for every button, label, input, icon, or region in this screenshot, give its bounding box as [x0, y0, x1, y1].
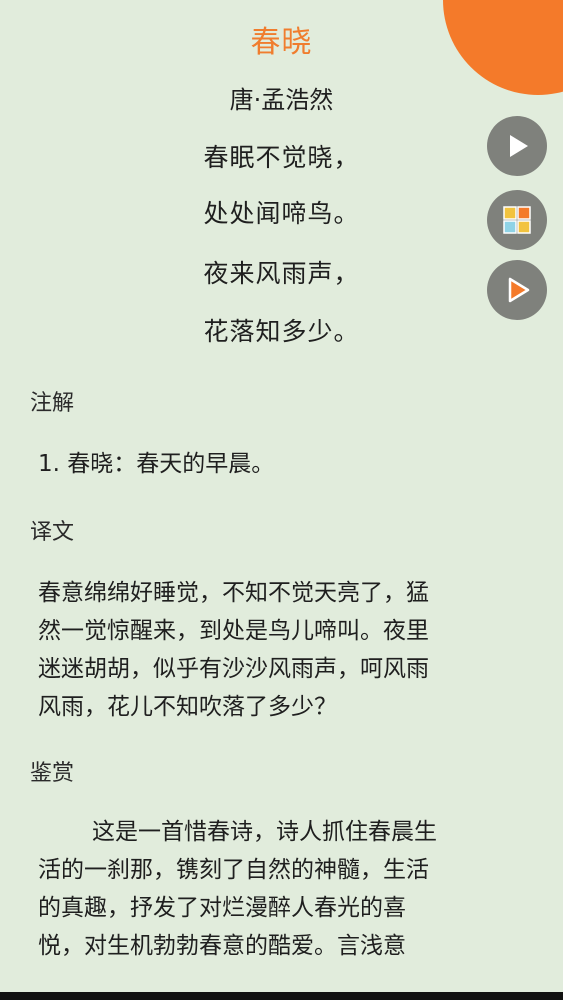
translation-line-4: 风雨，花儿不知吹落了多少？ — [38, 694, 337, 720]
play-orange-icon — [508, 277, 530, 303]
poem-author: 唐·孟浩然 — [229, 86, 334, 114]
poem-line-3: 夜来风雨声， — [203, 259, 360, 288]
play-button[interactable] — [487, 116, 547, 176]
translation-heading: 译文 — [30, 520, 75, 545]
grid-button[interactable] — [487, 190, 547, 250]
translation-line-1: 春意绵绵好睡觉，不知不觉天亮了，猛 — [38, 580, 429, 606]
poem-screen: X 春晓 唐·孟浩然 春眠不觉晓， 处处闻啼鸟。 夜来风雨声， 花落知多少。 注… — [0, 0, 563, 1000]
poem-line-2: 处处闻啼鸟。 — [203, 199, 360, 228]
appreciation-heading: 鉴赏 — [30, 761, 75, 786]
poem-line-1: 春眠不觉晓， — [203, 143, 360, 172]
appreciation-line-2: 活的一刹那，镌刻了自然的神髓，生活 — [38, 857, 429, 883]
play-alt-button[interactable] — [487, 260, 547, 320]
poem-title: 春晓 — [250, 25, 313, 60]
play-icon — [510, 135, 528, 157]
appreciation-line-4: 悦，对生机勃勃春意的酷爱。言浅意 — [38, 933, 406, 959]
bottom-edge — [0, 992, 563, 1000]
translation-line-3: 迷迷胡胡，似乎有沙沙风雨声，呵风雨 — [38, 656, 429, 682]
appreciation-line-1: 这是一首惜春诗，诗人抓住春晨生 — [92, 819, 437, 845]
note-item-1: 1. 春晓：春天的早晨。 — [38, 451, 275, 477]
poem-line-4: 花落知多少。 — [203, 317, 360, 346]
appreciation-line-3: 的真趣，抒发了对烂漫醉人春光的喜 — [38, 895, 406, 921]
notes-heading: 注解 — [30, 391, 75, 416]
translation-line-2: 然一觉惊醒来，到处是鸟儿啼叫。夜里 — [38, 618, 429, 644]
grid-icon — [503, 206, 531, 234]
